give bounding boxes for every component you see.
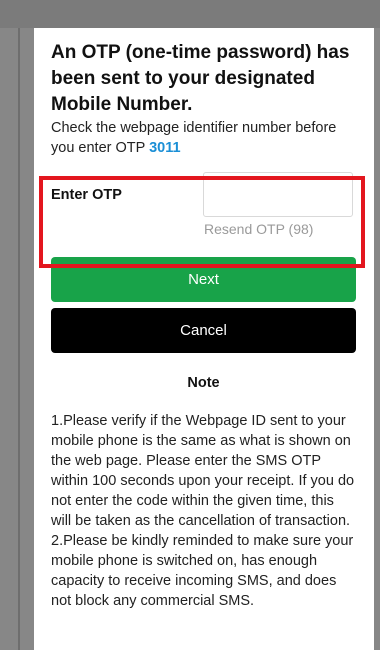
- next-button[interactable]: Next: [51, 257, 356, 302]
- webpage-identifier: 3011: [149, 140, 181, 156]
- background-edge-left: [18, 28, 20, 650]
- cancel-button[interactable]: Cancel: [51, 308, 356, 353]
- resend-otp-link[interactable]: Resend OTP (98): [204, 221, 313, 237]
- note-item-1: 1.Please verify if the Webpage ID sent t…: [51, 413, 355, 529]
- modal-title: An OTP (one-time password) has been sent…: [51, 42, 350, 115]
- note-item-2: 2.Please be kindly reminded to make sure…: [51, 533, 354, 609]
- instruction-text: Check the webpage identifier number befo…: [51, 118, 356, 158]
- otp-input[interactable]: [203, 172, 353, 217]
- otp-label: Enter OTP: [51, 187, 122, 203]
- note-heading: Note: [187, 375, 220, 391]
- note-body: 1.Please verify if the Webpage ID sent t…: [51, 411, 356, 611]
- instruction-message: Check the webpage identifier number befo…: [51, 120, 337, 156]
